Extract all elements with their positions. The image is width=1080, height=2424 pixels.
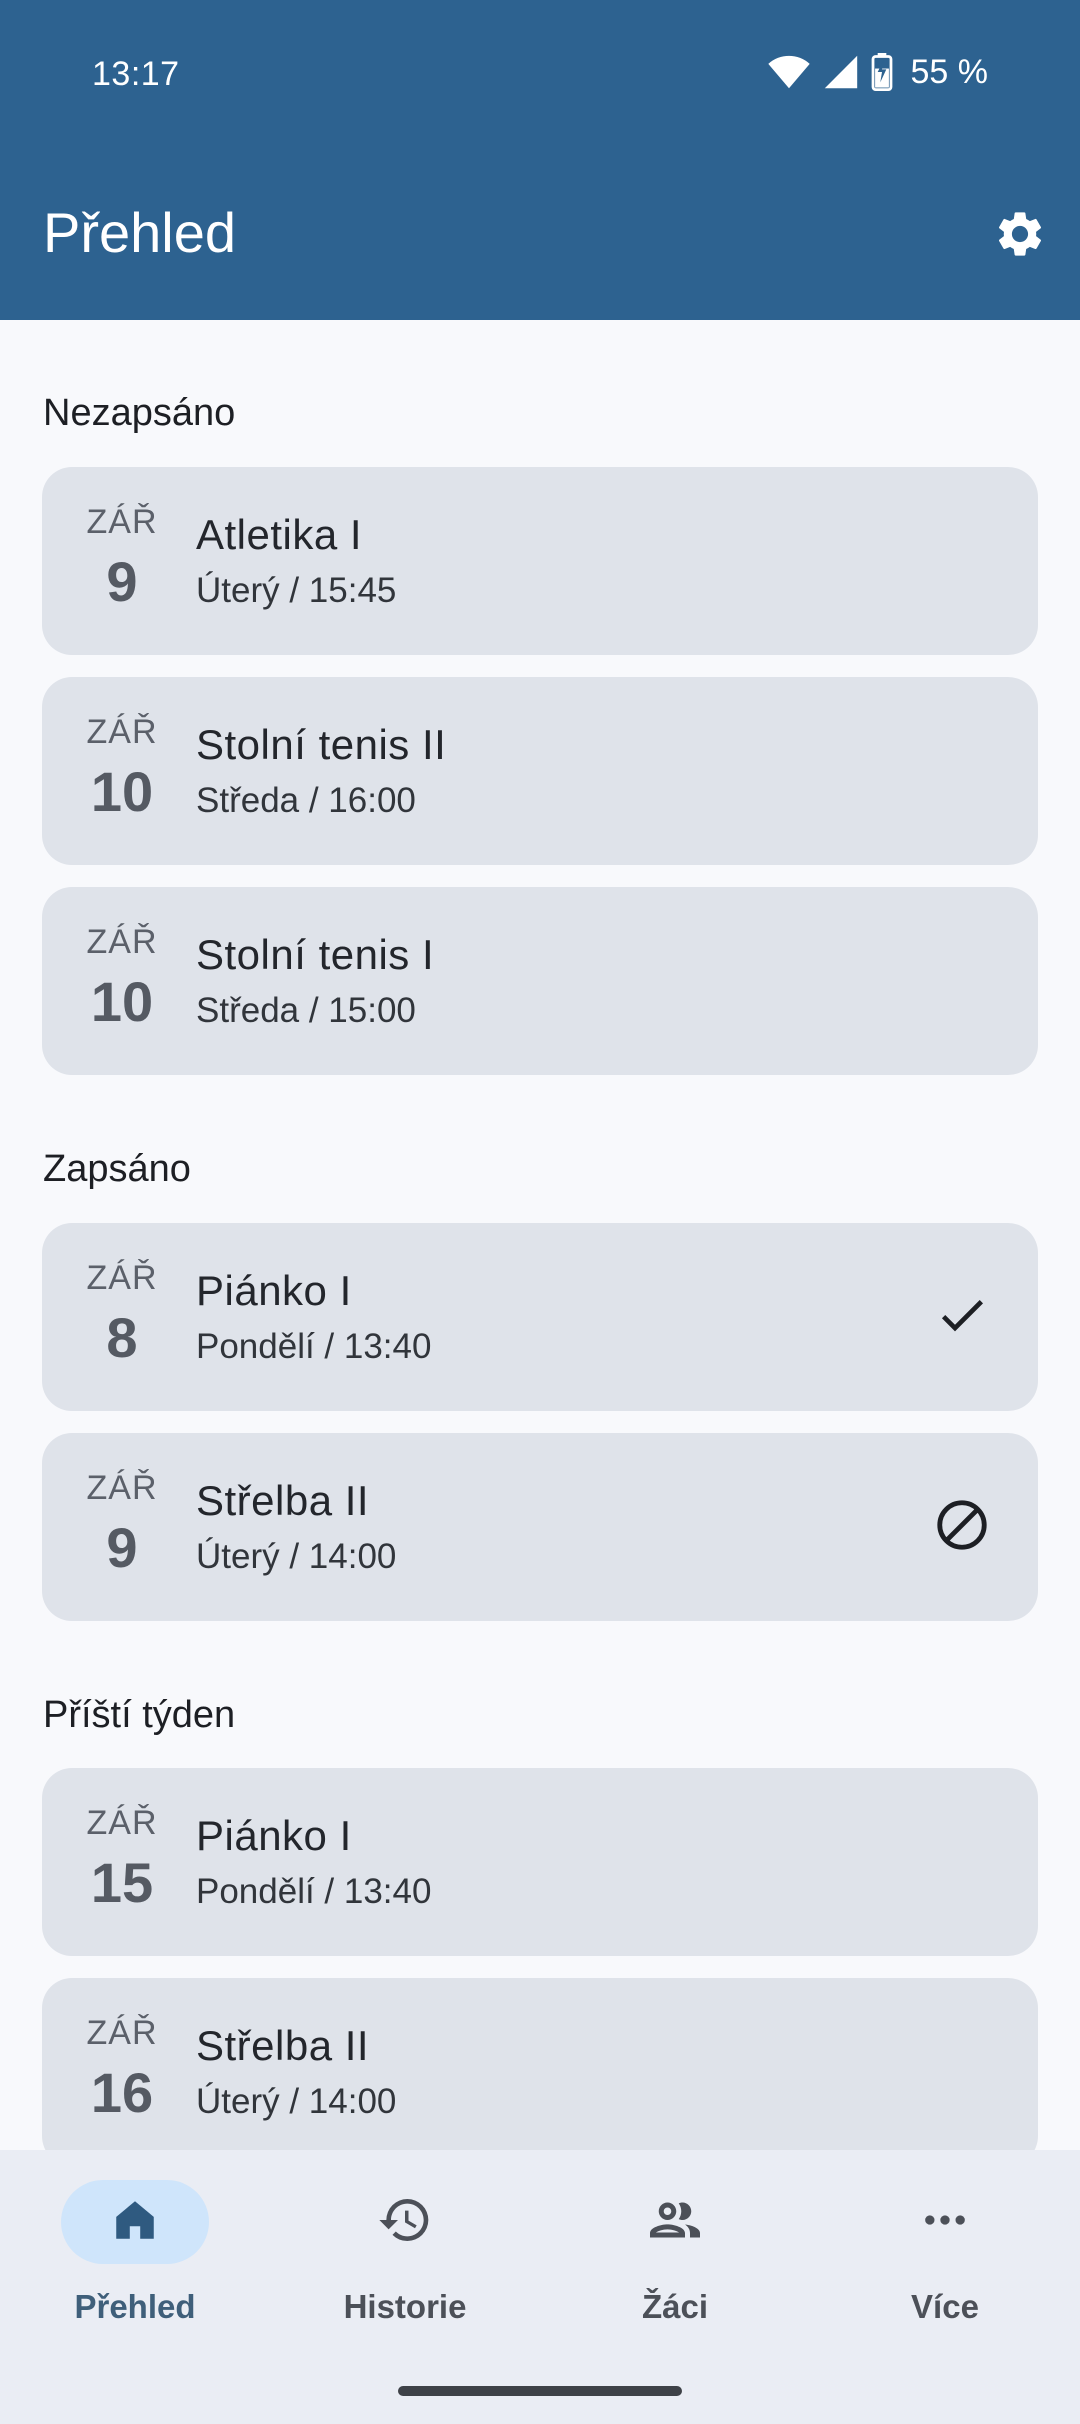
nav-label: Více bbox=[911, 2288, 979, 2325]
card-schedule: Úterý / 14:00 bbox=[196, 1537, 397, 1576]
card-schedule: Pondělí / 13:40 bbox=[196, 1327, 432, 1366]
card-month: ZÁŘ bbox=[86, 1804, 158, 1842]
lesson-card[interactable]: ZÁŘ 8 Piánko I Pondělí / 13:40 bbox=[42, 1223, 1038, 1411]
card-month: ZÁŘ bbox=[86, 1469, 158, 1507]
card-schedule: Pondělí / 13:40 bbox=[196, 1872, 432, 1911]
more-icon bbox=[917, 2192, 973, 2253]
block-icon bbox=[933, 1496, 991, 1559]
battery-percentage: 55 % bbox=[910, 52, 989, 91]
settings-button[interactable] bbox=[988, 204, 1052, 268]
card-schedule: Úterý / 14:00 bbox=[196, 2082, 397, 2121]
nav-item-students[interactable]: Žáci bbox=[540, 2180, 810, 2340]
card-day: 15 bbox=[90, 1851, 154, 1914]
page-title: Přehled bbox=[43, 201, 237, 264]
card-day: 9 bbox=[106, 550, 138, 613]
card-month: ZÁŘ bbox=[86, 1259, 158, 1297]
card-schedule: Středa / 16:00 bbox=[196, 781, 416, 820]
nav-icon-container bbox=[331, 2180, 479, 2264]
nav-label: Žáci bbox=[641, 2288, 709, 2325]
card-title: Piánko I bbox=[196, 1267, 352, 1314]
lesson-card[interactable]: ZÁŘ 15 Piánko I Pondělí / 13:40 bbox=[42, 1768, 1038, 1956]
lesson-card[interactable]: ZÁŘ 10 Stolní tenis II Středa / 16:00 bbox=[42, 677, 1038, 865]
nav-label: Přehled bbox=[74, 2288, 196, 2325]
card-title: Stolní tenis I bbox=[196, 931, 435, 978]
nav-item-more[interactable]: Více bbox=[810, 2180, 1080, 2340]
nav-label: Historie bbox=[343, 2288, 467, 2325]
bottom-navigation: Přehled Historie Žáci Více bbox=[0, 2150, 1080, 2424]
nav-item-overview[interactable]: Přehled bbox=[0, 2180, 270, 2340]
card-day: 10 bbox=[90, 970, 154, 1033]
card-day: 9 bbox=[106, 1516, 138, 1579]
card-title: Střelba II bbox=[196, 1477, 370, 1524]
top-app-bar: 13:17 55 % Přehled bbox=[0, 0, 1080, 320]
card-title: Atletika I bbox=[196, 511, 363, 558]
nav-icon-container bbox=[601, 2180, 749, 2264]
card-day: 10 bbox=[90, 760, 154, 823]
battery-charging-icon bbox=[871, 53, 893, 91]
section-title-unregistered: Nezapsáno bbox=[43, 392, 236, 434]
nav-active-indicator bbox=[61, 2180, 209, 2264]
section-title-registered: Zapsáno bbox=[43, 1148, 191, 1190]
overview-content[interactable]: Nezapsáno ZÁŘ 9 Atletika I Úterý / 15:45… bbox=[0, 320, 1080, 2150]
attendance-status-button[interactable] bbox=[930, 1495, 994, 1559]
card-day: 16 bbox=[90, 2061, 154, 2124]
card-month: ZÁŘ bbox=[86, 923, 158, 961]
attendance-status-button[interactable] bbox=[930, 1285, 994, 1349]
gear-icon bbox=[993, 207, 1047, 266]
status-icons: 55 % bbox=[767, 50, 989, 94]
gesture-navigation-bar[interactable] bbox=[398, 2386, 682, 2396]
wifi-icon bbox=[767, 54, 811, 90]
lesson-card[interactable]: ZÁŘ 16 Střelba II Úterý / 14:00 bbox=[42, 1978, 1038, 2150]
home-icon bbox=[110, 2195, 160, 2250]
lesson-card[interactable]: ZÁŘ 9 Střelba II Úterý / 14:00 bbox=[42, 1433, 1038, 1621]
card-title: Piánko I bbox=[196, 1812, 352, 1859]
card-schedule: Středa / 15:00 bbox=[196, 991, 416, 1030]
lesson-card[interactable]: ZÁŘ 10 Stolní tenis I Středa / 15:00 bbox=[42, 887, 1038, 1075]
card-month: ZÁŘ bbox=[86, 2014, 158, 2052]
check-icon bbox=[934, 1287, 990, 1348]
card-month: ZÁŘ bbox=[86, 713, 158, 751]
card-day: 8 bbox=[106, 1306, 138, 1369]
section-title-next-week: Příští týden bbox=[43, 1694, 236, 1736]
people-icon bbox=[645, 2190, 705, 2255]
nav-icon-container bbox=[871, 2180, 1019, 2264]
card-month: ZÁŘ bbox=[86, 503, 158, 541]
status-time: 13:17 bbox=[92, 55, 180, 93]
card-title: Stolní tenis II bbox=[196, 721, 447, 768]
cellular-signal-icon bbox=[823, 54, 859, 90]
card-schedule: Úterý / 15:45 bbox=[196, 571, 397, 610]
card-title: Střelba II bbox=[196, 2022, 370, 2069]
nav-item-history[interactable]: Historie bbox=[270, 2180, 540, 2340]
app-screen: 13:17 55 % Přehled Nezapsáno ZÁŘ 9 Atlet… bbox=[0, 0, 1080, 2424]
lesson-card[interactable]: ZÁŘ 9 Atletika I Úterý / 15:45 bbox=[42, 467, 1038, 655]
history-icon bbox=[377, 2192, 433, 2253]
